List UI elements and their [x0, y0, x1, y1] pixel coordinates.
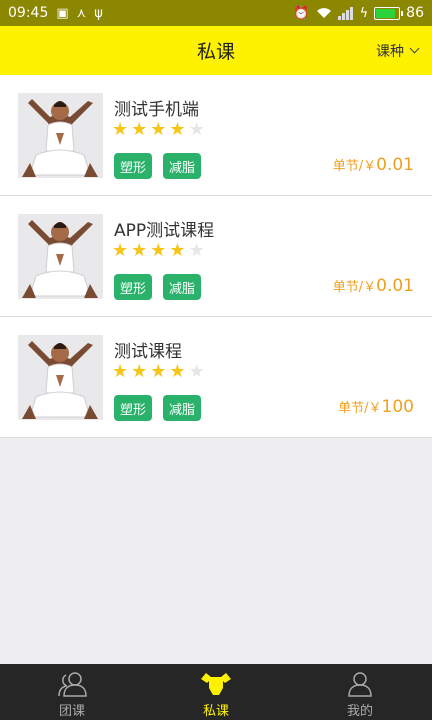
price-prefix: 单节/￥: [332, 159, 377, 174]
wifi-icon: [316, 8, 331, 18]
course-tag: 减脂: [163, 274, 201, 300]
price-value: 100: [381, 397, 414, 417]
course-name: 测试手机端: [114, 100, 199, 120]
app-header: 私课 课种: [0, 26, 432, 75]
course-name: APP测试课程: [114, 221, 215, 241]
page-title: 私课: [196, 41, 235, 63]
course-price: 单节/￥ 0.01: [333, 276, 414, 296]
battery-level: [376, 8, 396, 18]
battery-icon: [374, 6, 404, 20]
filter-label: 课种: [376, 43, 404, 60]
share-notification-icon: ⋏: [76, 5, 87, 21]
course-tags: 塑形 减脂: [114, 395, 201, 421]
cellular-signal-icon: [337, 6, 353, 20]
star-icon: ★: [188, 119, 205, 140]
course-price: 单节/￥ 100: [338, 397, 414, 417]
course-tag: 减脂: [163, 153, 201, 179]
rating-stars: ★ ★ ★ ★ ★: [112, 120, 205, 140]
person-icon: [347, 670, 373, 698]
star-icon: ★: [188, 361, 205, 382]
price-prefix: 单节/￥: [338, 401, 382, 416]
bottom-tab-bar: 团课 私课 我的: [0, 664, 432, 720]
course-card[interactable]: 测试手机端 ★ ★ ★ ★ ★ 塑形 减脂 单节/￥ 0.01: [0, 75, 432, 196]
group-icon: [57, 670, 87, 698]
star-icon: ★: [131, 119, 148, 140]
price-value: 0.01: [376, 155, 414, 175]
yoga-figure-image: [18, 335, 103, 420]
star-icon: ★: [150, 361, 167, 382]
price-value: 0.01: [376, 276, 414, 296]
star-icon: ★: [131, 361, 148, 382]
course-list: 测试手机端 ★ ★ ★ ★ ★ 塑形 减脂 单节/￥ 0.01 APP测试课程 ★ ★ ★ ★…: [0, 75, 432, 438]
charging-icon: ϟ: [359, 5, 369, 21]
course-tag: 减脂: [163, 395, 201, 421]
tab-label: 团课: [58, 704, 85, 719]
star-icon: ★: [150, 240, 167, 261]
star-icon: ★: [169, 240, 186, 261]
tab-group-class[interactable]: 团课: [0, 664, 144, 720]
tab-label: 私课: [202, 704, 229, 719]
tab-mine[interactable]: 我的: [288, 664, 432, 720]
star-icon: ★: [112, 240, 129, 261]
muscle-icon: [199, 670, 233, 698]
star-icon: ★: [131, 240, 148, 261]
yoga-figure-image: [18, 214, 103, 299]
star-icon: ★: [112, 119, 129, 140]
image-notification-icon: ▣: [56, 5, 69, 21]
star-icon: ★: [150, 119, 167, 140]
status-bar: 09:45 ▣ ⋏ ψ ⏰ ϟ 86: [0, 0, 432, 26]
course-tags: 塑形 减脂: [114, 274, 201, 300]
course-tag: 塑形: [114, 274, 152, 300]
course-type-filter-button[interactable]: 课种: [376, 26, 420, 75]
course-price: 单节/￥ 0.01: [333, 155, 414, 175]
course-card[interactable]: APP测试课程 ★ ★ ★ ★ ★ 塑形 减脂 单节/￥ 0.01: [0, 196, 432, 317]
rating-stars: ★ ★ ★ ★ ★: [112, 241, 205, 261]
course-name: 测试课程: [114, 342, 182, 362]
course-tag: 塑形: [114, 153, 152, 179]
rating-stars: ★ ★ ★ ★ ★: [112, 362, 205, 382]
star-icon: ★: [169, 361, 186, 382]
course-tags: 塑形 减脂: [114, 153, 201, 179]
tab-label: 我的: [346, 704, 373, 719]
tab-private-class[interactable]: 私课: [144, 664, 288, 720]
chevron-down-icon: [409, 43, 420, 54]
star-icon: ★: [112, 361, 129, 382]
course-thumbnail: [18, 214, 103, 299]
course-thumbnail: [18, 335, 103, 420]
battery-percent: 86: [406, 5, 424, 21]
star-icon: ★: [169, 119, 186, 140]
course-thumbnail: [18, 93, 103, 178]
star-icon: ★: [188, 240, 205, 261]
yoga-figure-image: [18, 93, 103, 178]
course-card[interactable]: 测试课程 ★ ★ ★ ★ ★ 塑形 减脂 单节/￥ 100: [0, 317, 432, 438]
price-prefix: 单节/￥: [332, 280, 377, 295]
usb-icon: ψ: [94, 5, 103, 21]
alarm-icon: ⏰: [293, 5, 310, 21]
status-time: 09:45: [8, 5, 49, 21]
course-tag: 塑形: [114, 395, 152, 421]
